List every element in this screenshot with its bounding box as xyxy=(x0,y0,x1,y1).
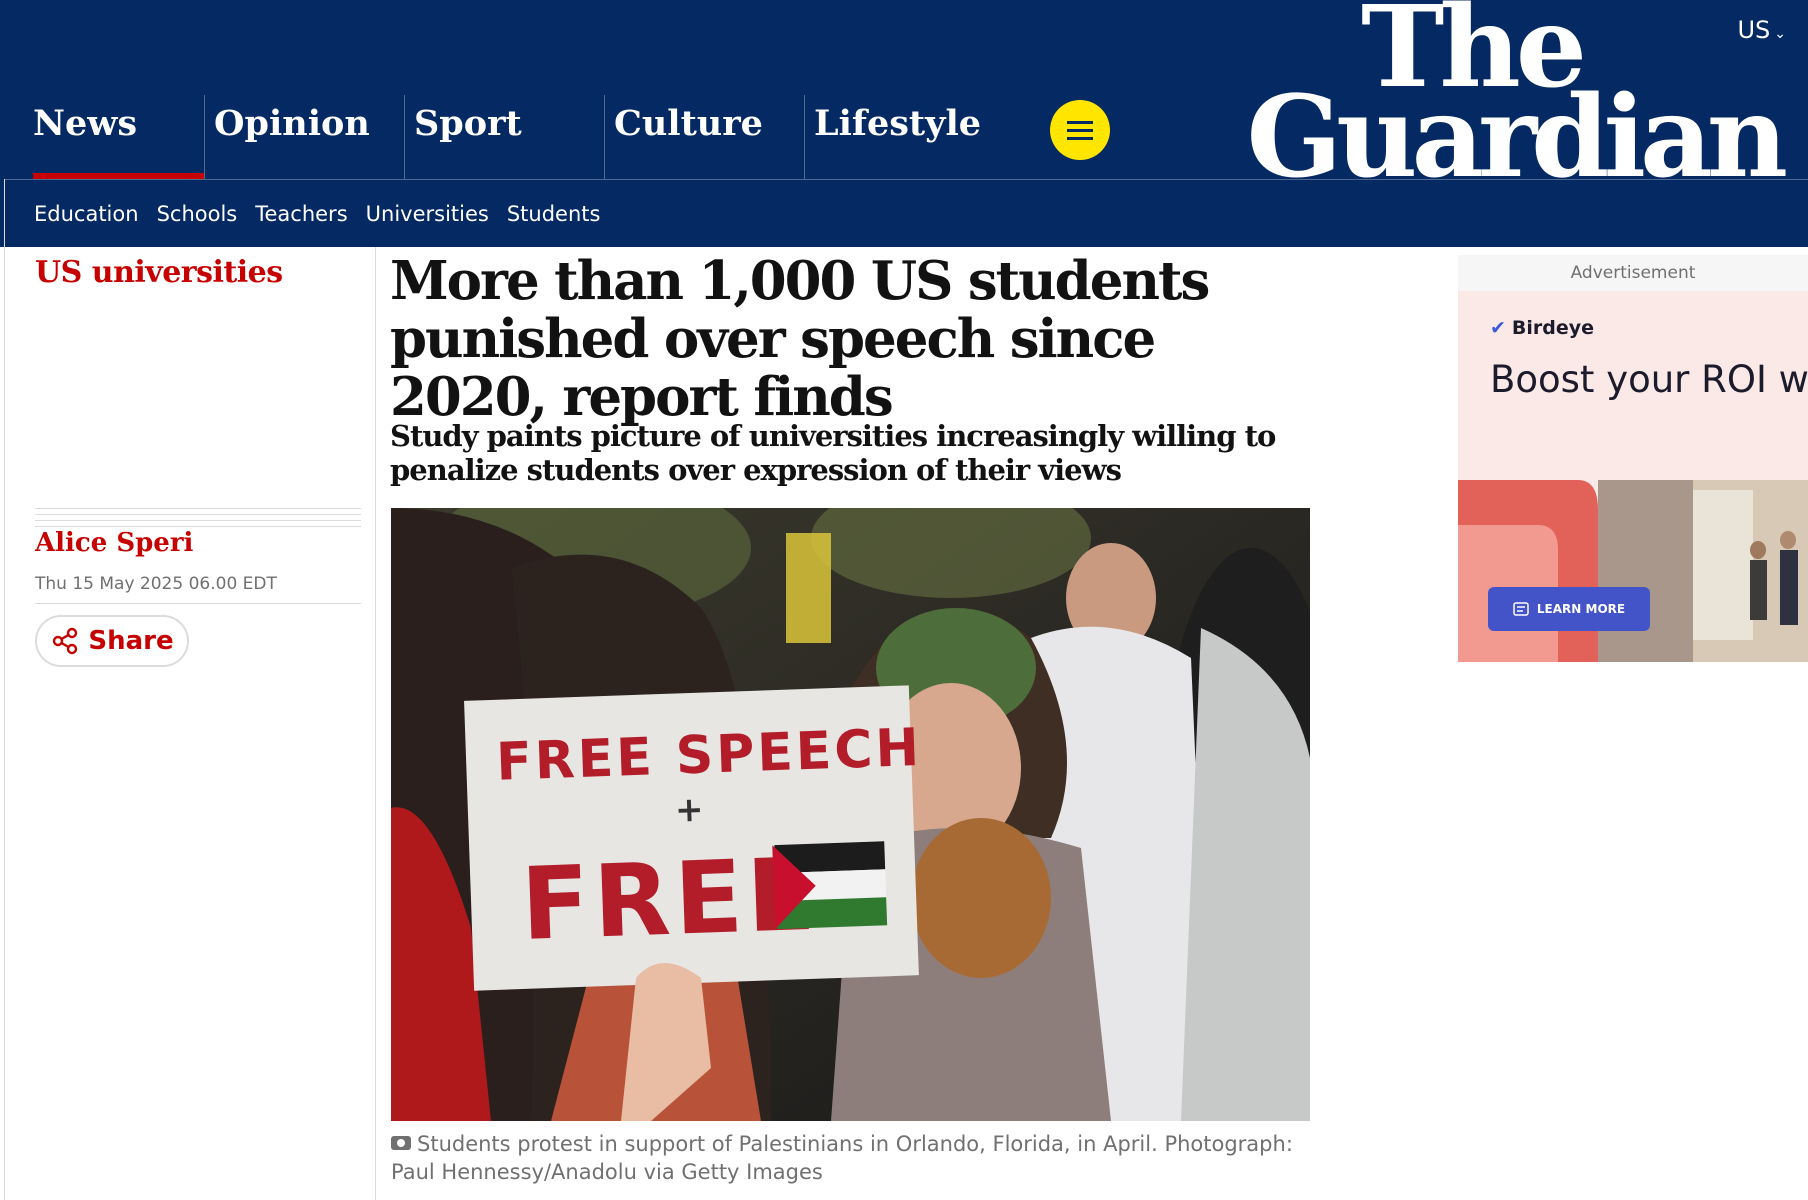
logo-line-2: Guardian xyxy=(1246,72,1788,203)
sign-text-line-2: + xyxy=(674,790,704,831)
pillar-nav: News Opinion Sport Culture Lifestyle xyxy=(4,95,1004,179)
pillar-news[interactable]: News xyxy=(4,95,204,179)
subnav-students[interactable]: Students xyxy=(507,202,601,226)
protest-photo: FREE SPEECH + FREE xyxy=(391,508,1310,1121)
subnav-universities[interactable]: Universities xyxy=(366,202,489,226)
share-icon xyxy=(53,627,78,655)
hamburger-menu-icon[interactable] xyxy=(1050,100,1110,160)
ad-learn-more-button[interactable]: LEARN MORE xyxy=(1488,587,1650,631)
advertisement[interactable]: ✔Birdeye Boost your ROI with better list… xyxy=(1458,291,1808,662)
ad-brand: ✔ Birdeye xyxy=(1490,317,1594,339)
ad-brand-label: Birdeye xyxy=(1511,317,1595,339)
share-label: Share xyxy=(88,626,174,656)
share-button[interactable]: Share xyxy=(35,615,189,667)
pillar-culture[interactable]: Culture xyxy=(604,95,804,179)
meta-rule xyxy=(35,508,361,509)
nav-divider xyxy=(4,179,1808,180)
subnav-teachers[interactable]: Teachers xyxy=(255,202,347,226)
article-photo[interactable]: FREE SPEECH + FREE xyxy=(391,508,1310,1121)
ad-illustration xyxy=(1458,480,1808,662)
pillar-sport[interactable]: Sport xyxy=(404,95,604,179)
section-kicker[interactable]: US universities xyxy=(35,255,283,290)
sub-nav: Education Schools Teachers Universities … xyxy=(34,202,600,226)
article-standfirst: Study paints picture of universities inc… xyxy=(390,419,1276,487)
caption-text: Students protest in support of Palestini… xyxy=(391,1132,1293,1184)
article-headline: More than 1,000 US students punished ove… xyxy=(390,250,1210,428)
photo-caption: Students protest in support of Palestini… xyxy=(391,1130,1321,1186)
ad-headline: Boost your ROI with better listings onli… xyxy=(1490,358,1808,401)
subnav-education[interactable]: Education xyxy=(34,202,139,226)
camera-icon xyxy=(391,1136,411,1150)
column-divider xyxy=(375,247,376,1200)
publish-date: Thu 15 May 2025 06.00 EDT xyxy=(35,574,277,594)
meta-rule xyxy=(35,526,361,527)
palestinian-flag xyxy=(772,841,888,930)
meta-rule xyxy=(35,514,361,515)
subnav-schools[interactable]: Schools xyxy=(157,202,238,226)
pillar-opinion[interactable]: Opinion xyxy=(204,95,404,179)
pillar-lifestyle[interactable]: Lifestyle xyxy=(804,95,1004,179)
meta-rule xyxy=(35,603,361,604)
ad-cta-label: LEARN MORE xyxy=(1536,602,1626,616)
birdeye-logo-icon: ✔ xyxy=(1490,317,1506,339)
listing-icon xyxy=(1513,602,1529,616)
advertisement-label: Advertisement xyxy=(1458,255,1808,291)
byline-author[interactable]: Alice Speri xyxy=(35,528,193,558)
page-border-left xyxy=(4,179,5,1200)
meta-rule xyxy=(35,520,361,521)
masthead: US ⌄ The Guardian News Opinion Sport Cult… xyxy=(0,0,1808,247)
guardian-logo[interactable]: The Guardian xyxy=(1246,0,1788,203)
